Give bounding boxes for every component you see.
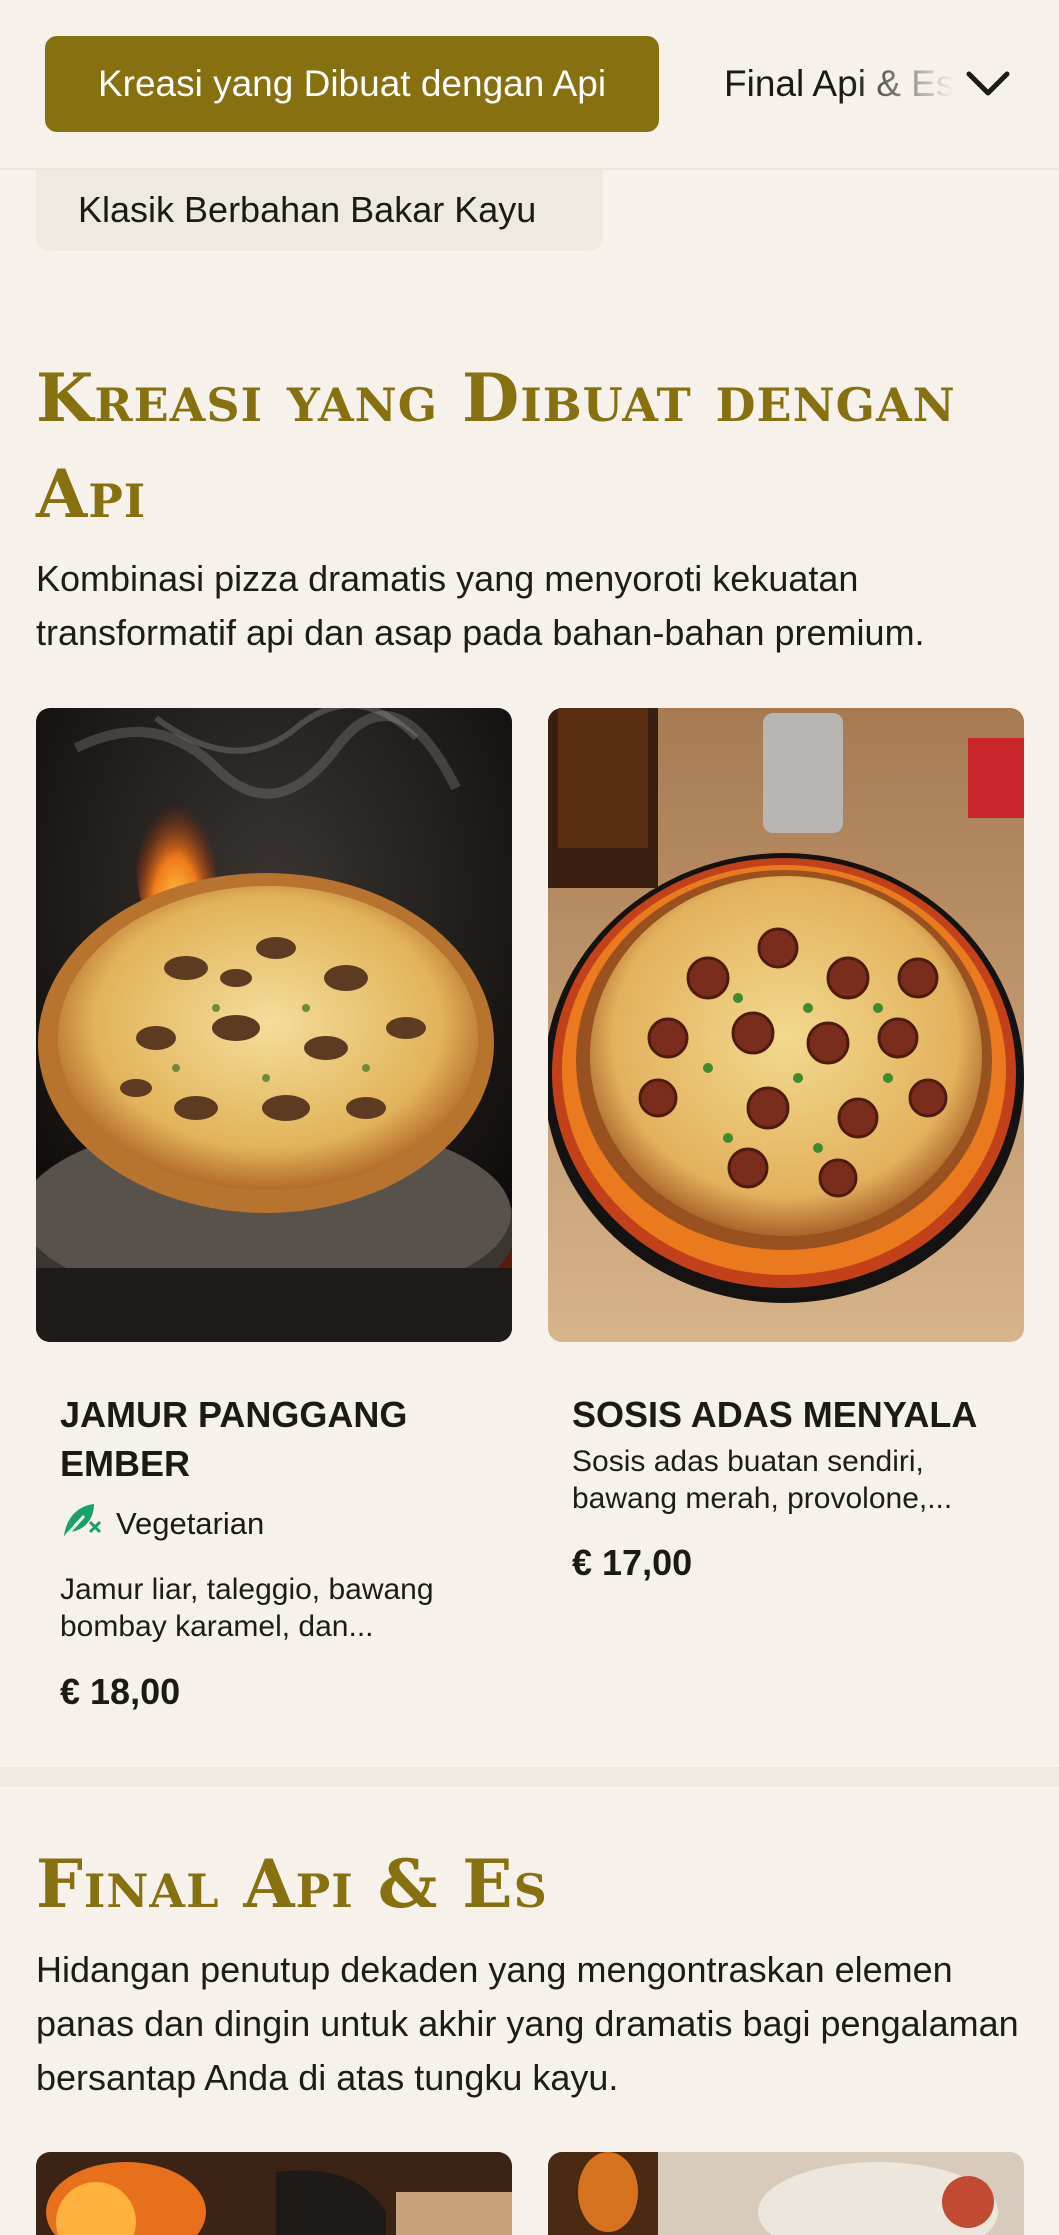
section-title: Final Api & Es (36, 1845, 548, 1923)
category-nav-bar: Kreasi yang Dibuat dengan Api Final Api … (0, 0, 1059, 170)
dessert-image[interactable] (36, 2152, 512, 2235)
pizza-image-sosis[interactable] (548, 708, 1024, 1342)
category-tab-next[interactable]: Final Api & Es (724, 36, 954, 132)
section-title: Kreasi yang Dibuat dengan Api (36, 359, 956, 533)
vegetarian-badge: Vegetarian (60, 1500, 264, 1548)
chevron-down-icon[interactable] (960, 56, 1016, 112)
menu-item-name[interactable]: SOSIS ADAS MENYALA (572, 1390, 992, 1439)
section-divider (0, 1767, 1059, 1787)
menu-item-name[interactable]: JAMUR PANGGANG EMBER (60, 1390, 480, 1488)
dessert-image[interactable] (548, 2152, 1024, 2235)
vegetarian-leaf-icon (60, 1500, 102, 1548)
menu-item-description: Sosis adas buatan sendiri, bawang merah,… (572, 1445, 953, 1515)
section-description: Kombinasi pizza dramatis yang menyoroti … (36, 558, 925, 653)
vegetarian-label: Vegetarian (116, 1506, 265, 1541)
menu-item-price: € 18,00 (60, 1671, 181, 1712)
category-tab-active[interactable]: Kreasi yang Dibuat dengan Api (45, 36, 659, 132)
menu-item-description: Jamur liar, taleggio, bawang bombay kara… (60, 1573, 434, 1643)
pizza-image-jamur[interactable] (36, 708, 512, 1342)
section-description: Hidangan penutup dekaden yang mengontras… (36, 1949, 1019, 2098)
menu-item-price: € 17,00 (572, 1542, 693, 1583)
